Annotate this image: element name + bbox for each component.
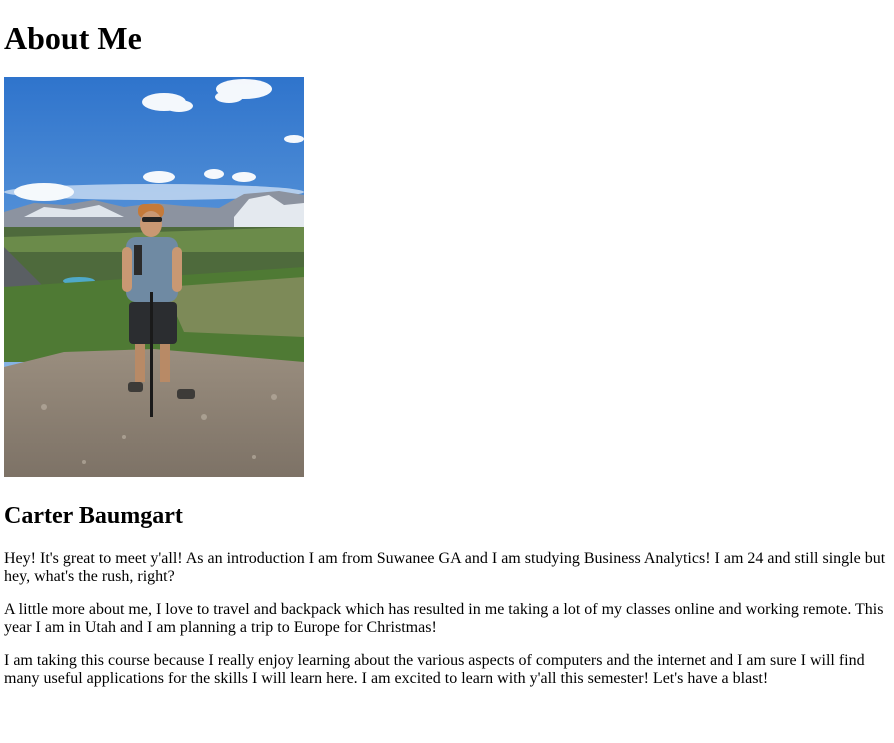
profile-name: Carter Baumgart [4, 503, 183, 529]
travel-paragraph: A little more about me, I love to travel… [4, 601, 884, 636]
intro-paragraph: Hey! It's great to meet y'all! As an int… [4, 550, 886, 585]
course-paragraph: I am taking this course because I really… [4, 652, 865, 687]
page-title: About Me [4, 20, 142, 56]
page: About Me Carter Baumgart Hey! It's great… [0, 20, 894, 688]
profile-photo [4, 77, 304, 477]
